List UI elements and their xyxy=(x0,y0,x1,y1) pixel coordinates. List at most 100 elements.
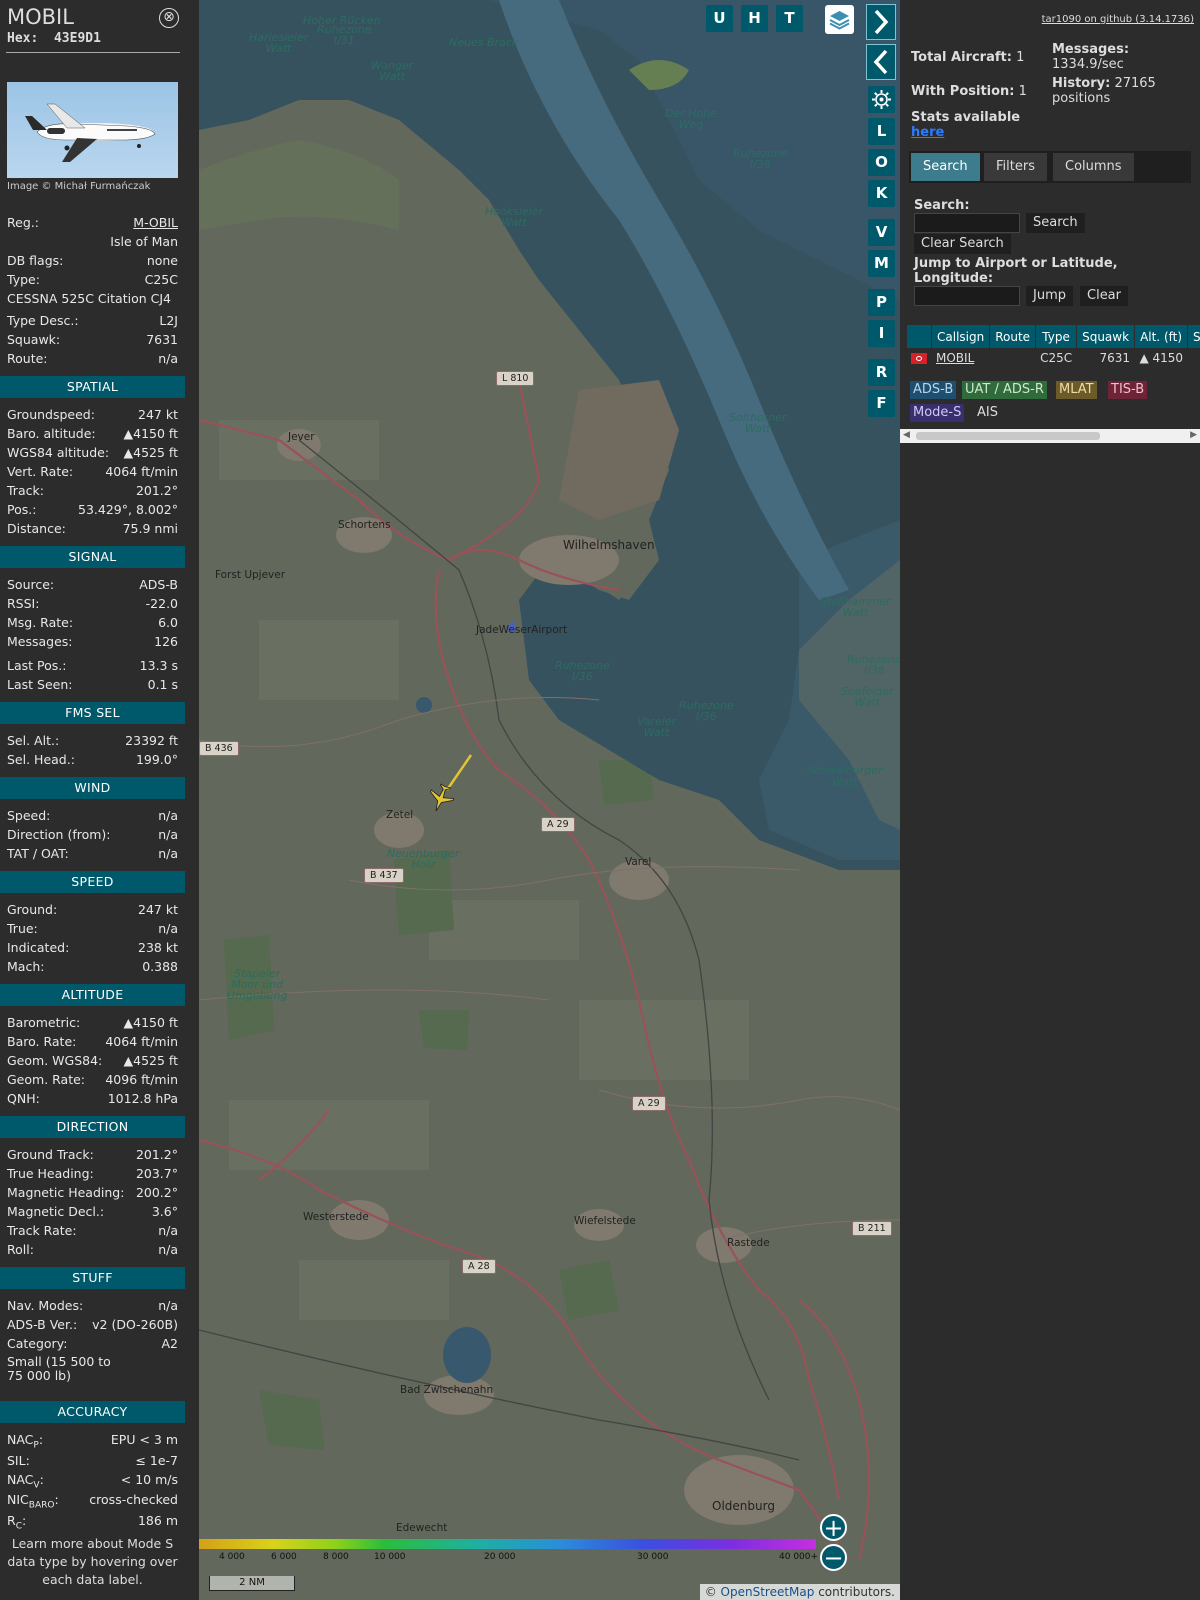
info-row-label[interactable]: Last Seen: xyxy=(7,677,72,692)
toggle-button-f[interactable]: F xyxy=(868,390,895,417)
map-view[interactable]: Hoher Rücken Ruhezone I/31 Harlesieler Wat… xyxy=(199,0,900,1600)
collapse-sidebar-button[interactable] xyxy=(866,44,896,80)
tab-columns[interactable]: Columns xyxy=(1053,153,1134,181)
toggle-button-v[interactable]: V xyxy=(868,219,895,246)
info-row-label[interactable]: Source: xyxy=(7,577,54,592)
info-row-label[interactable]: WGS84 altitude: xyxy=(7,445,109,460)
info-row-label[interactable]: Baro. Rate: xyxy=(7,1034,76,1049)
info-row-label[interactable]: True Heading: xyxy=(7,1166,94,1181)
clear-search-button[interactable]: Clear Search xyxy=(914,234,1011,254)
column-header[interactable]: Squawk xyxy=(1077,325,1135,348)
info-row-label[interactable]: Distance: xyxy=(7,521,66,536)
info-row-label[interactable]: QNH: xyxy=(7,1091,40,1106)
info-row-label[interactable]: TAT / OAT: xyxy=(7,846,69,861)
info-row-label[interactable]: RSSI: xyxy=(7,596,39,611)
toggle-button-m[interactable]: M xyxy=(868,250,895,277)
layers-icon[interactable] xyxy=(825,5,854,34)
info-row-label[interactable]: SIL: xyxy=(7,1453,30,1468)
clear-button[interactable]: Clear xyxy=(1080,286,1128,306)
legend-mode-s[interactable]: Mode-S xyxy=(910,404,965,422)
info-row-label[interactable]: Groundspeed: xyxy=(7,407,95,422)
column-header[interactable]: Spd xyxy=(1188,325,1200,348)
column-header[interactable]: Alt. (ft) xyxy=(1135,325,1188,348)
info-row-label[interactable]: ADS-B Ver.: xyxy=(7,1317,77,1332)
search-button[interactable]: Search xyxy=(1026,213,1085,233)
legend-tis-b[interactable]: TIS-B xyxy=(1108,381,1148,399)
info-row-label[interactable]: Squawk: xyxy=(7,332,60,347)
info-row-label[interactable]: Vert. Rate: xyxy=(7,464,73,479)
zoom-out-button[interactable]: − xyxy=(820,1544,847,1571)
settings-button[interactable] xyxy=(868,86,895,113)
info-row-label[interactable]: Geom. Rate: xyxy=(7,1072,85,1087)
info-row-label[interactable]: Geom. WGS84: xyxy=(7,1053,102,1068)
hscroll-thumb[interactable] xyxy=(916,432,1100,440)
info-row-label[interactable]: Type: xyxy=(7,272,40,287)
legend-mlat[interactable]: MLAT xyxy=(1056,381,1097,399)
toggle-button-l[interactable]: L xyxy=(868,118,895,145)
layer-button-h[interactable]: H xyxy=(741,5,768,32)
info-row-label[interactable]: Ground Track: xyxy=(7,1147,94,1162)
jump-button[interactable]: Jump xyxy=(1026,286,1073,306)
info-row-label[interactable]: Category: xyxy=(7,1336,67,1351)
info-row-label[interactable]: Small (15 500 to 75 000 lb) xyxy=(7,1355,127,1383)
legend-ais[interactable]: AIS xyxy=(974,404,1001,422)
toggle-button-p[interactable]: P xyxy=(868,289,895,316)
info-row-label[interactable]: Direction (from): xyxy=(7,827,111,842)
toggle-button-i[interactable]: I xyxy=(868,320,895,347)
info-row-label[interactable]: Pos.: xyxy=(7,502,36,517)
osm-link[interactable]: OpenStreetMap xyxy=(721,1585,815,1599)
info-row-label[interactable]: Nav. Modes: xyxy=(7,1298,83,1313)
registration-link[interactable]: M-OBIL xyxy=(133,215,178,230)
tab-filters[interactable]: Filters xyxy=(984,153,1047,181)
info-row-label[interactable]: Track: xyxy=(7,483,44,498)
info-row-label[interactable]: CESSNA 525C Citation CJ4 xyxy=(7,291,171,306)
info-row-label[interactable]: Barometric: xyxy=(7,1015,80,1030)
info-row-label[interactable]: Indicated: xyxy=(7,940,69,955)
toggle-button-o[interactable]: O xyxy=(868,149,895,176)
github-link[interactable]: tar1090 on github (3.14.1736) xyxy=(1042,14,1194,25)
info-row-label[interactable]: Magnetic Heading: xyxy=(7,1185,124,1200)
column-header[interactable] xyxy=(907,325,931,348)
info-row-label[interactable]: Ground: xyxy=(7,902,57,917)
column-header[interactable]: Type xyxy=(1036,325,1077,348)
info-row-label[interactable]: Sel. Alt.: xyxy=(7,733,59,748)
column-header[interactable]: Callsign xyxy=(932,325,990,348)
zoom-in-button[interactable]: + xyxy=(820,1514,847,1541)
tab-search[interactable]: Search xyxy=(911,153,980,181)
info-row-label[interactable]: Type Desc.: xyxy=(7,313,79,328)
info-row-label[interactable]: NACP: xyxy=(7,1432,43,1451)
info-row-label[interactable]: Magnetic Decl.: xyxy=(7,1204,104,1219)
expand-sidebar-button[interactable] xyxy=(866,4,896,40)
info-row-label[interactable]: RC: xyxy=(7,1513,26,1532)
info-row-label[interactable]: NICBARO: xyxy=(7,1492,59,1511)
info-row-label[interactable]: DB flags: xyxy=(7,253,63,268)
stats-link[interactable]: here xyxy=(911,125,944,140)
aircraft-photo[interactable] xyxy=(7,82,178,178)
info-row-label[interactable]: Route: xyxy=(7,351,48,366)
toggle-button-r[interactable]: R xyxy=(868,359,895,386)
info-row-label[interactable]: Roll: xyxy=(7,1242,34,1257)
scroll-right-icon[interactable]: ▶ xyxy=(1190,430,1197,440)
info-row-label[interactable]: Reg.: xyxy=(7,215,39,230)
jump-input[interactable] xyxy=(914,286,1020,306)
scroll-left-icon[interactable]: ◀ xyxy=(903,430,910,440)
info-row-label[interactable]: Mach: xyxy=(7,959,44,974)
column-header[interactable]: Route xyxy=(990,325,1036,348)
info-row-label[interactable]: Last Pos.: xyxy=(7,658,66,673)
search-input[interactable] xyxy=(914,213,1020,233)
info-row-label[interactable]: Baro. altitude: xyxy=(7,426,96,441)
close-panel-button[interactable]: ⊗ xyxy=(159,8,179,28)
cell-callsign[interactable]: MOBIL xyxy=(932,349,990,366)
toggle-button-k[interactable]: K xyxy=(868,180,895,207)
table-hscrollbar[interactable]: ◀ ▶ xyxy=(900,429,1200,443)
legend-ads-b[interactable]: ADS-B xyxy=(910,381,957,399)
info-row-label[interactable]: Speed: xyxy=(7,808,50,823)
info-row-label[interactable]: Track Rate: xyxy=(7,1223,77,1238)
info-row-label[interactable]: Messages: xyxy=(7,634,73,649)
legend-uat-ads-r[interactable]: UAT / ADS-R xyxy=(962,381,1047,399)
layer-button-u[interactable]: U xyxy=(706,5,733,32)
info-row-label[interactable]: Msg. Rate: xyxy=(7,615,73,630)
info-row-label[interactable]: NACV: xyxy=(7,1472,44,1491)
info-row-label[interactable]: True: xyxy=(7,921,38,936)
table-row[interactable]: MOBIL C25C 7631 ▲ 4150 xyxy=(907,349,1200,366)
